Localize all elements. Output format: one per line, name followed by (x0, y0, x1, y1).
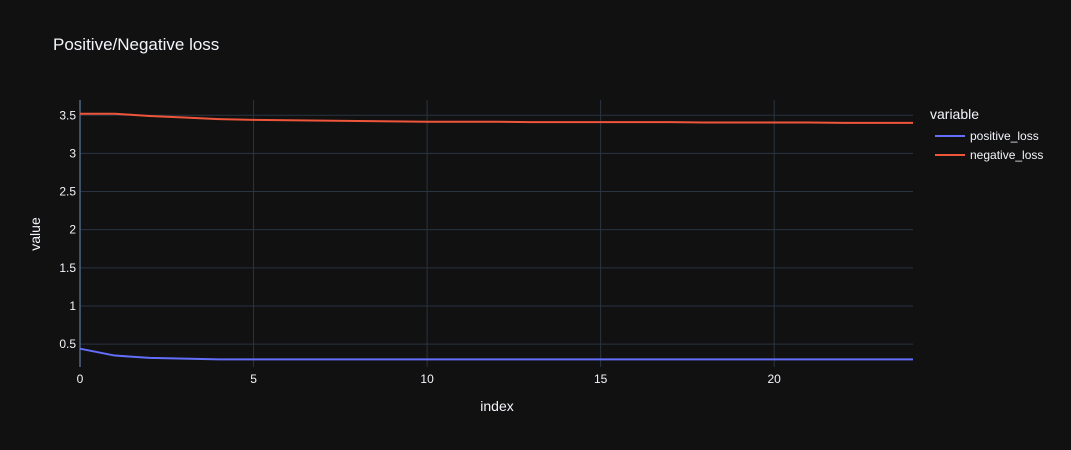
chart-background (0, 0, 1071, 450)
legend-title: variable (930, 106, 979, 122)
y-tick-label: 1 (69, 299, 76, 313)
x-tick-label: 10 (420, 372, 434, 386)
x-tick-label: 15 (594, 372, 608, 386)
chart-title: Positive/Negative loss (53, 35, 219, 54)
y-tick-label: 3 (69, 146, 76, 160)
y-axis-title: value (27, 217, 43, 251)
y-tick-label: 3.5 (59, 108, 76, 122)
x-tick-label: 0 (77, 372, 84, 386)
legend-label: negative_loss (970, 148, 1043, 162)
x-axis-title: index (480, 398, 513, 414)
x-tick-label: 5 (250, 372, 257, 386)
legend-label: positive_loss (970, 129, 1039, 143)
y-tick-label: 1.5 (59, 261, 76, 275)
line-chart: Positive/Negative loss 0 5 10 15 20 0.5 1 1.5 2… (0, 0, 1071, 450)
y-tick-label: 2.5 (59, 185, 76, 199)
y-tick-label: 2 (69, 223, 76, 237)
y-tick-label: 0.5 (59, 337, 76, 351)
x-tick-label: 20 (767, 372, 781, 386)
